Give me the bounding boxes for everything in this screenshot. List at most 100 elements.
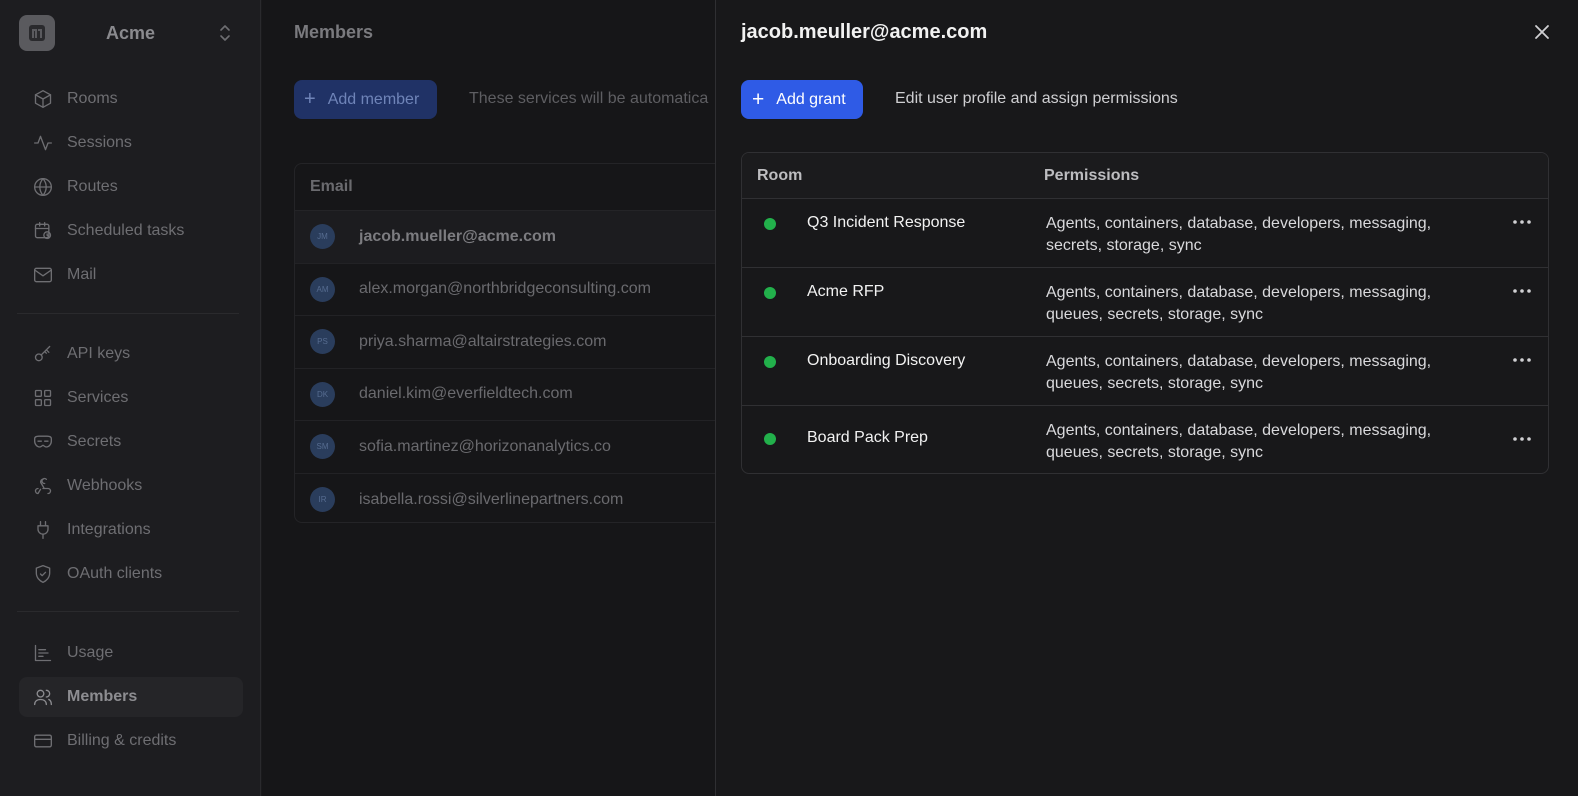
table-row[interactable]: PS priya.sharma@altairstrategies.com [295,316,724,369]
status-dot [764,218,776,230]
add-member-label: Add member [327,90,420,108]
permissions-list: Agents, containers, database, developers… [1046,422,1432,461]
member-email: priya.sharma@altairstrategies.com [359,332,607,350]
table-row[interactable]: Board Pack Prep Agents, containers, data… [742,406,1548,473]
member-detail-drawer: jacob.meuller@acme.com + Add grant Edit … [715,0,1578,796]
sidebar-item-label: Scheduled tasks [67,222,185,239]
shield-check-icon [35,565,51,583]
plug-icon [37,521,49,539]
sidebar-item-label: Rooms [67,90,118,107]
sidebar-item-label: Mail [67,266,97,283]
grants-table-header: Room Permissions [742,153,1548,199]
table-row[interactable]: JM jacob.mueller@acme.com [295,211,724,264]
table-row[interactable]: IR isabella.rossi@silverlinepartners.com [295,474,724,523]
members-table: Email JM jacob.mueller@acme.com AM alex.… [294,163,724,523]
sidebar-item-members[interactable]: Members [19,677,243,717]
account-nav: Usage Members Billing & credits [19,633,243,765]
sidebar-item-rooms[interactable]: Rooms [19,79,243,119]
sidebar-item-oauth-clients[interactable]: OAuth clients [19,554,243,594]
column-header-email: Email [295,164,724,211]
sidebar-divider [17,313,239,314]
sidebar-item-mail[interactable]: Mail [19,255,243,295]
drawer-title: jacob.meuller@acme.com [741,21,988,43]
services-note: These services will be automatica [469,90,709,107]
sidebar-item-secrets[interactable]: Secrets [19,422,243,462]
users-icon [34,689,52,706]
chevron-up-down-icon [220,25,230,41]
sidebar-item-label: Usage [67,644,114,661]
sidebar-item-integrations[interactable]: Integrations [19,510,243,550]
avatar: DK [310,381,335,407]
table-row[interactable]: Acme RFP Agents, containers, database, d… [742,268,1548,337]
secondary-nav: API keys Services Secrets Webhooks Integ… [19,334,243,598]
org-name: Acme [106,22,156,43]
sidebar: Acme Rooms Sessions Routes Scheduled tas… [0,0,261,796]
grants-table: Room Permissions Q3 Incident Response Ag… [741,152,1549,474]
sidebar-item-label: Integrations [67,521,151,538]
sidebar-item-usage[interactable]: Usage [19,633,243,673]
more-options-icon[interactable] [1512,355,1532,365]
sidebar-item-label: Members [67,688,138,705]
room-name: Q3 Incident Response [807,214,966,231]
member-email: jacob.mueller@acme.com [359,227,557,245]
credit-card-icon [34,734,52,748]
member-email: alex.morgan@northbridgeconsulting.com [359,280,651,298]
permissions-list: Agents, containers, database, developers… [1046,284,1432,323]
sidebar-item-label: Webhooks [67,477,143,494]
mail-icon [34,267,52,283]
table-row[interactable]: SM sofia.martinez@horizonanalytics.co [295,421,724,474]
org-switcher[interactable]: Acme [19,15,243,51]
add-grant-label: Add grant [776,90,846,108]
table-row[interactable]: Q3 Incident Response Agents, containers,… [742,199,1548,268]
avatar: IR [310,487,335,513]
bar-chart-icon [34,644,52,662]
sidebar-item-label: Services [67,389,129,406]
member-email: daniel.kim@everfieldtech.com [359,385,573,403]
add-member-button[interactable]: + Add member [294,80,437,119]
drawer-description: Edit user profile and assign permissions [895,90,1178,107]
sidebar-item-label: Billing & credits [67,732,177,749]
member-email: sofia.martinez@horizonanalytics.co [359,437,611,455]
plus-icon: + [752,88,765,111]
sidebar-item-webhooks[interactable]: Webhooks [19,466,243,506]
sidebar-divider [17,611,239,612]
avatar: JM [310,224,335,250]
sidebar-item-label: Secrets [67,433,122,450]
org-logo [19,15,55,51]
sidebar-item-label: Sessions [67,134,132,151]
column-header-permissions: Permissions [1044,166,1140,184]
sidebar-item-scheduled-tasks[interactable]: Scheduled tasks [19,211,243,251]
room-name: Onboarding Discovery [807,352,966,369]
table-row[interactable]: Onboarding Discovery Agents, containers,… [742,337,1548,406]
sidebar-item-sessions[interactable]: Sessions [19,123,243,163]
sidebar-item-services[interactable]: Services [19,378,243,418]
permissions-list: Agents, containers, database, developers… [1046,353,1432,392]
more-options-icon[interactable] [1512,434,1532,444]
members-page: Members + Add member These services will… [262,0,724,796]
activity-icon [34,135,52,151]
page-title: Members [294,22,374,42]
status-dot [764,433,776,445]
more-options-icon[interactable] [1512,286,1532,296]
mask-icon [34,435,52,448]
grid-icon [34,389,52,407]
more-options-icon[interactable] [1512,217,1532,227]
primary-nav: Rooms Sessions Routes Scheduled tasks Ma… [19,79,243,299]
key-icon [34,345,51,362]
webhook-icon [34,477,52,495]
add-grant-button[interactable]: + Add grant [741,80,863,119]
cube-icon [34,90,52,109]
sidebar-item-routes[interactable]: Routes [19,167,243,207]
table-row[interactable]: AM alex.morgan@northbridgeconsulting.com [295,264,724,316]
avatar: AM [310,276,335,302]
close-icon[interactable] [1532,22,1552,42]
globe-icon [34,178,52,196]
table-row[interactable]: DK daniel.kim@everfieldtech.com [295,369,724,421]
sidebar-item-label: API keys [67,345,131,362]
sidebar-item-billing[interactable]: Billing & credits [19,721,243,761]
member-email: isabella.rossi@silverlinepartners.com [359,490,624,508]
sidebar-item-api-keys[interactable]: API keys [19,334,243,374]
room-name: Acme RFP [807,283,885,300]
room-name: Board Pack Prep [807,429,928,446]
sidebar-item-label: OAuth clients [67,565,163,582]
